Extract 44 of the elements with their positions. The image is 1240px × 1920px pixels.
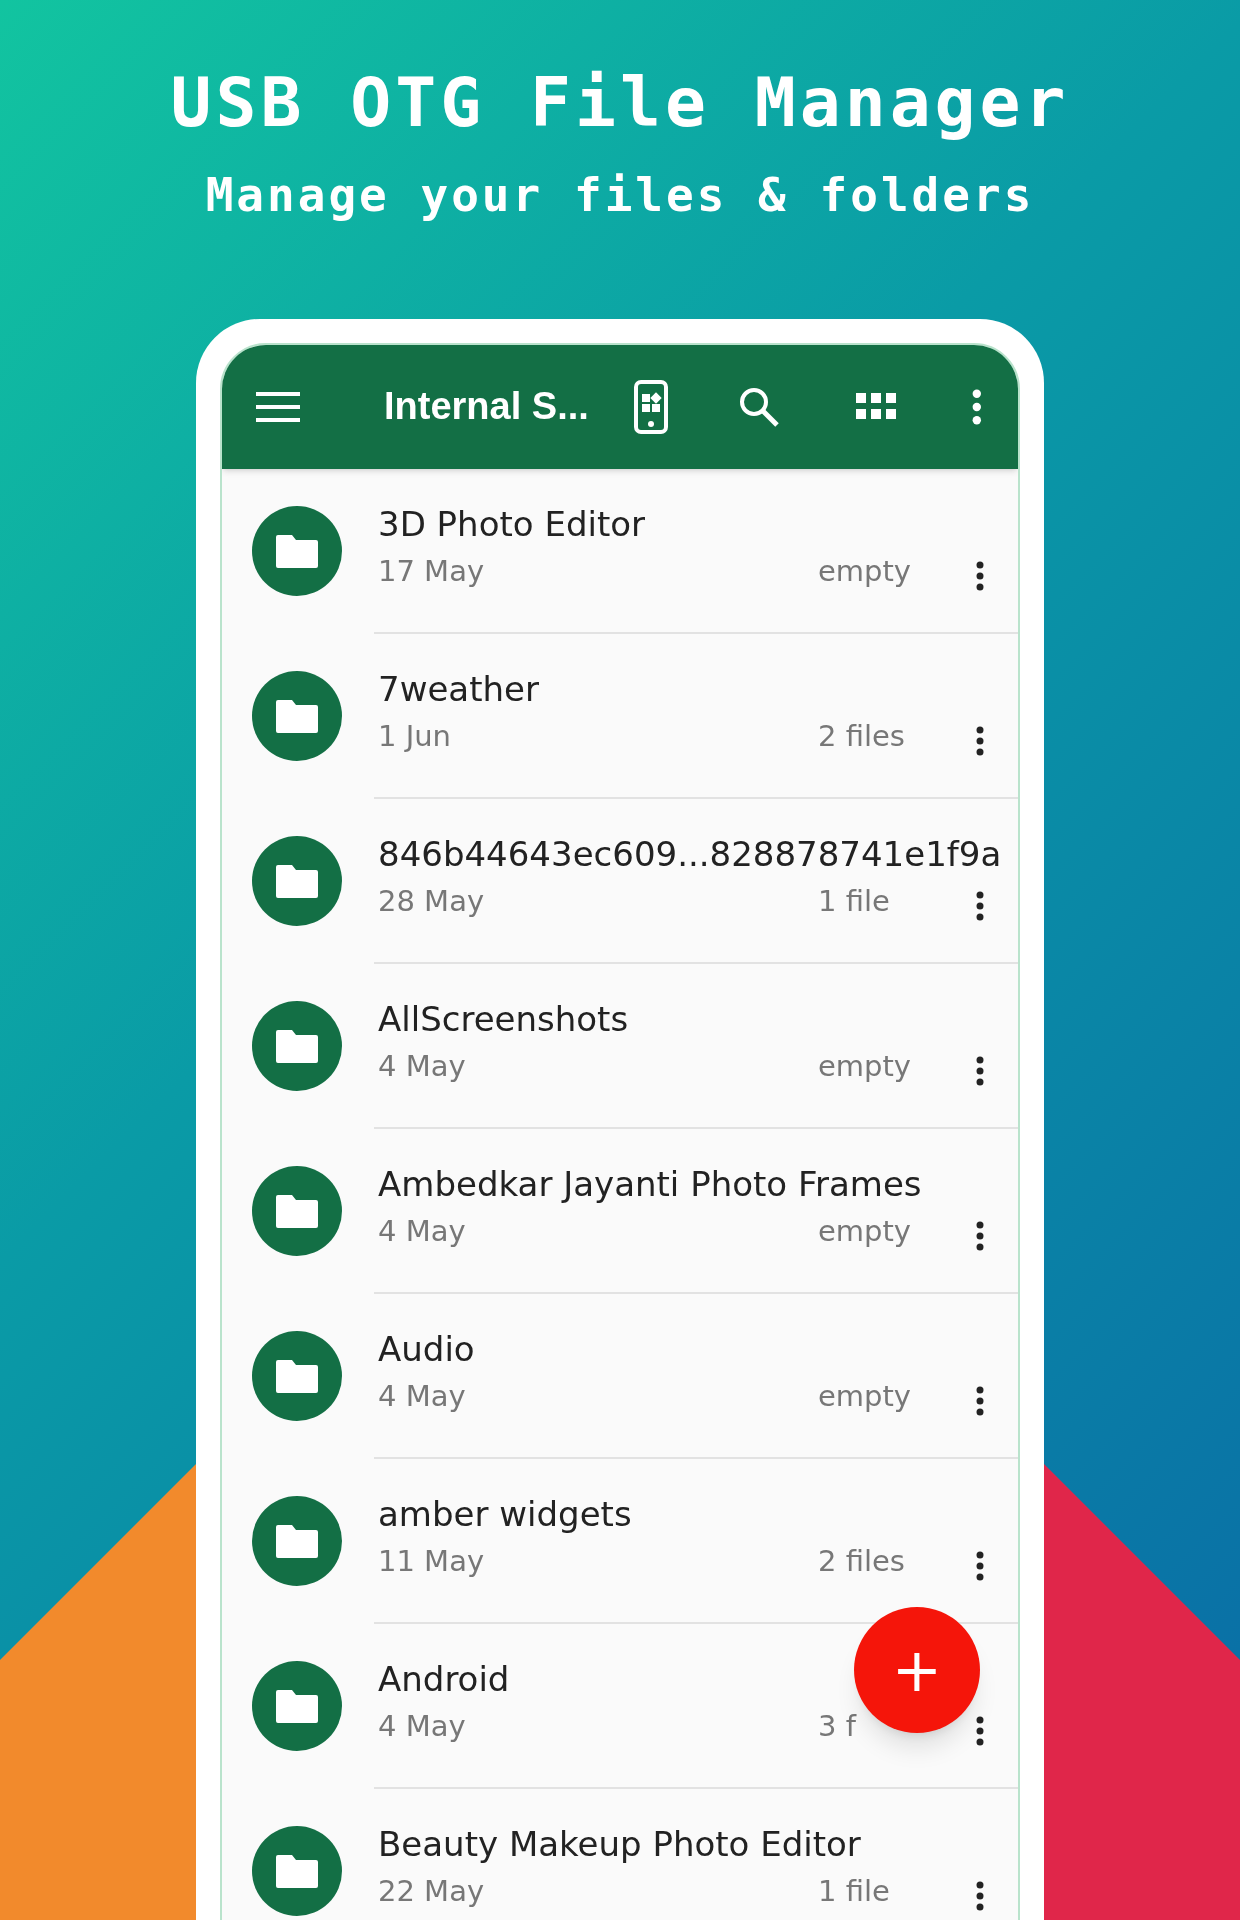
more-options-icon[interactable] xyxy=(972,388,982,425)
folder-name: 3D Photo Editor xyxy=(378,503,646,546)
more-options-icon[interactable] xyxy=(976,890,984,921)
grid-view-icon[interactable] xyxy=(856,392,896,421)
folder-name: Ambedkar Jayanti Photo Frames xyxy=(378,1163,922,1206)
menu-icon[interactable] xyxy=(256,391,300,422)
item-count: 1 file xyxy=(818,882,890,920)
toolbar-title: Internal S... xyxy=(384,384,590,430)
more-options-icon[interactable] xyxy=(976,1220,984,1251)
item-count: empty xyxy=(818,552,912,590)
folder-date: 4 May xyxy=(378,1707,467,1745)
more-options-icon[interactable] xyxy=(976,1055,984,1086)
more-options-icon[interactable] xyxy=(976,1880,984,1911)
subheadline: Manage your files & folders xyxy=(205,167,1035,223)
item-count: 2 files xyxy=(818,1542,905,1580)
item-count: empty xyxy=(818,1377,912,1415)
phone-icon[interactable] xyxy=(634,379,668,434)
folder-date: 11 May xyxy=(378,1542,486,1580)
more-options-icon[interactable] xyxy=(976,1385,984,1416)
folder-date: 4 May xyxy=(378,1047,467,1085)
item-count: empty xyxy=(818,1047,912,1085)
item-count: 2 files xyxy=(818,717,905,755)
more-options-icon[interactable] xyxy=(976,725,984,756)
folder-date: 4 May xyxy=(378,1212,467,1250)
folder-name: Audio xyxy=(378,1328,475,1371)
folder-date: 17 May xyxy=(378,552,486,590)
item-count: empty xyxy=(818,1212,912,1250)
more-options-icon[interactable] xyxy=(976,1715,984,1746)
search-icon[interactable] xyxy=(738,385,780,428)
folder-date: 28 May xyxy=(378,882,486,920)
folder-date: 22 May xyxy=(378,1872,486,1910)
folder-name: Android xyxy=(378,1658,510,1701)
folder-date: 1 Jun xyxy=(378,717,452,755)
folder-name: Beauty Makeup Photo Editor xyxy=(378,1823,861,1866)
folder-date: 4 May xyxy=(378,1377,467,1415)
headline: USB OTG File Manager xyxy=(170,62,1070,144)
item-count: 3 f xyxy=(818,1707,856,1745)
folder-name: 7weather xyxy=(378,668,539,711)
folder-name: amber widgets xyxy=(378,1493,632,1536)
item-count: 1 file xyxy=(818,1872,890,1910)
more-options-icon[interactable] xyxy=(976,1550,984,1581)
more-options-icon[interactable] xyxy=(976,560,984,591)
folder-name: 846b44643ec609...828878741e1f9a xyxy=(378,833,1002,876)
folder-name: AllScreenshots xyxy=(378,998,629,1041)
